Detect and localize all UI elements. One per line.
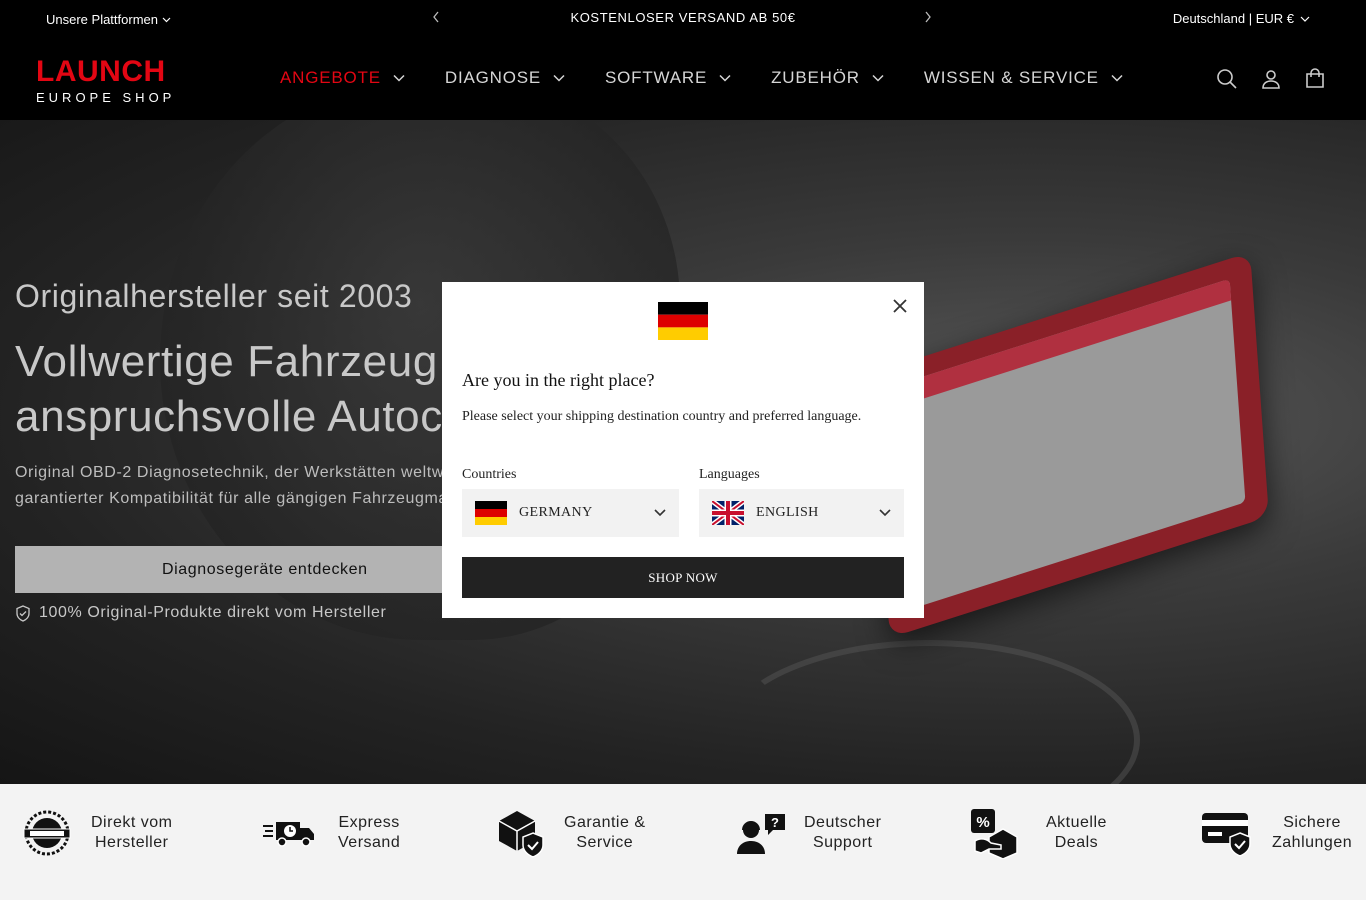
support-agent-icon: ? [734,806,788,860]
guarantee-text: 100% Original-Produkte direkt vom Herste… [39,604,387,621]
germany-flag-icon [475,501,507,525]
usp-line: Zahlungen [1272,834,1353,851]
logo-subline: EUROPE SHOP [36,90,176,105]
chevron-down-icon [1111,74,1123,82]
nav-label: ANGEBOTE [280,68,381,87]
chevron-down-icon [1300,16,1310,22]
usp-line: Versand [338,834,401,851]
search-icon[interactable] [1216,68,1238,90]
usp-express-shipping: Express Versand [262,806,400,860]
nav-label: WISSEN & SERVICE [923,68,1099,87]
usp-warranty-service: Garantie & Service [494,806,645,860]
usp-line: Garantie & [564,814,646,831]
chevron-down-icon [719,74,731,82]
account-icon[interactable] [1260,68,1282,90]
countries-label: Countries [462,467,517,482]
nav-label: DIAGNOSE [444,68,542,87]
main-nav: ANGEBOTE DIAGNOSE SOFTWARE ZUBEHÖR WISSE… [280,68,1163,88]
usp-text: Aktuelle Deals [1046,813,1107,853]
language-select-value: ENGLISH [756,505,819,520]
nav-label: SOFTWARE [605,68,708,87]
usp-line: Deals [1054,834,1099,851]
usp-direct-manufacturer: Direkt vom Hersteller [20,806,172,860]
close-icon[interactable] [892,298,908,314]
shop-now-button[interactable]: SHOP NOW [462,557,904,598]
languages-label: Languages [699,467,760,482]
usp-strip: Direkt vom Hersteller Express Versand Ga… [0,784,1366,900]
modal-title: Are you in the right place? [462,370,655,390]
announcement-bar: Unsere Plattformen KOSTENLOSER VERSAND A… [0,0,1366,38]
header-icons [1216,68,1326,90]
package-shield-icon [494,806,548,860]
uk-flag-icon [712,501,744,525]
original-guarantee-note: 100% Original-Produkte direkt vom Herste… [15,604,386,622]
locale-selector[interactable]: Deutschland | EUR € [1173,11,1310,26]
secure-card-icon [1200,806,1254,860]
chevron-down-icon [654,509,666,517]
germany-flag-icon [658,302,708,340]
locale-label: Deutschland | EUR € [1172,11,1294,26]
original-product-seal-icon [20,806,74,860]
usp-text: Express Versand [338,813,400,853]
hero-background-cable [720,640,1140,784]
shield-check-icon [16,604,30,622]
explore-devices-button[interactable]: Diagnosegeräte entdecken [15,546,515,593]
usp-line: Sichere [1283,814,1341,831]
country-select-value: GERMANY [519,505,593,520]
usp-line: Aktuelle [1046,814,1107,831]
announcement-text: KOSTENLOSER VERSAND AB 50€ [570,10,796,25]
chevron-down-icon [872,74,884,82]
usp-line: Hersteller [94,834,169,851]
svg-text:%: % [976,814,989,831]
usp-text: Deutscher Support [804,813,881,853]
hero-diagnostic-device-image [871,252,1269,638]
chevron-down-icon [393,74,405,82]
country-selector-modal: Are you in the right place? Please selec… [442,282,924,618]
usp-line: Express [338,814,400,831]
cta-label: Diagnosegeräte entdecken [162,560,368,578]
discount-box-icon: % [968,806,1022,860]
usp-line: Service [576,834,634,851]
usp-line: Support [812,834,873,851]
device-screen [894,278,1246,610]
usp-text: Direkt vom Hersteller [91,813,172,853]
language-select[interactable]: ENGLISH [699,489,904,537]
nav-label: ZUBEHÖR [771,68,860,87]
usp-german-support: ? Deutscher Support [734,806,881,860]
logo-wordmark: LAUNCH [36,55,166,88]
usp-line: Direkt vom [91,814,173,831]
country-select[interactable]: GERMANY [462,489,679,537]
usp-line: Deutscher [804,814,882,831]
device-screen-bar [894,278,1232,408]
nav-item-wissen-service[interactable]: WISSEN & SERVICE [924,68,1123,88]
nav-item-angebote[interactable]: ANGEBOTE [280,68,405,88]
usp-current-deals: % Aktuelle Deals [968,806,1107,860]
site-header: LAUNCH EUROPE SHOP ANGEBOTE DIAGNOSE SOF… [0,38,1366,120]
nav-item-diagnose[interactable]: DIAGNOSE [445,68,565,88]
nav-item-software[interactable]: SOFTWARE [605,68,731,88]
usp-text: Sichere Zahlungen [1272,813,1352,853]
chevron-down-icon [879,509,891,517]
hero-kicker: Originalhersteller seit 2003 [15,278,413,314]
usp-secure-payments: Sichere Zahlungen [1200,806,1352,860]
chevron-down-icon [553,74,565,82]
launch-logo[interactable]: LAUNCH EUROPE SHOP [36,55,176,106]
announcement-next-button[interactable] [924,10,932,26]
svg-text:?: ? [771,815,779,830]
usp-text: Garantie & Service [564,813,645,853]
cart-icon[interactable] [1304,68,1326,90]
modal-description: Please select your shipping destination … [462,409,862,424]
delivery-truck-icon [262,806,316,860]
nav-item-zubehoer[interactable]: ZUBEHÖR [771,68,884,88]
chevron-right-icon [925,11,931,23]
